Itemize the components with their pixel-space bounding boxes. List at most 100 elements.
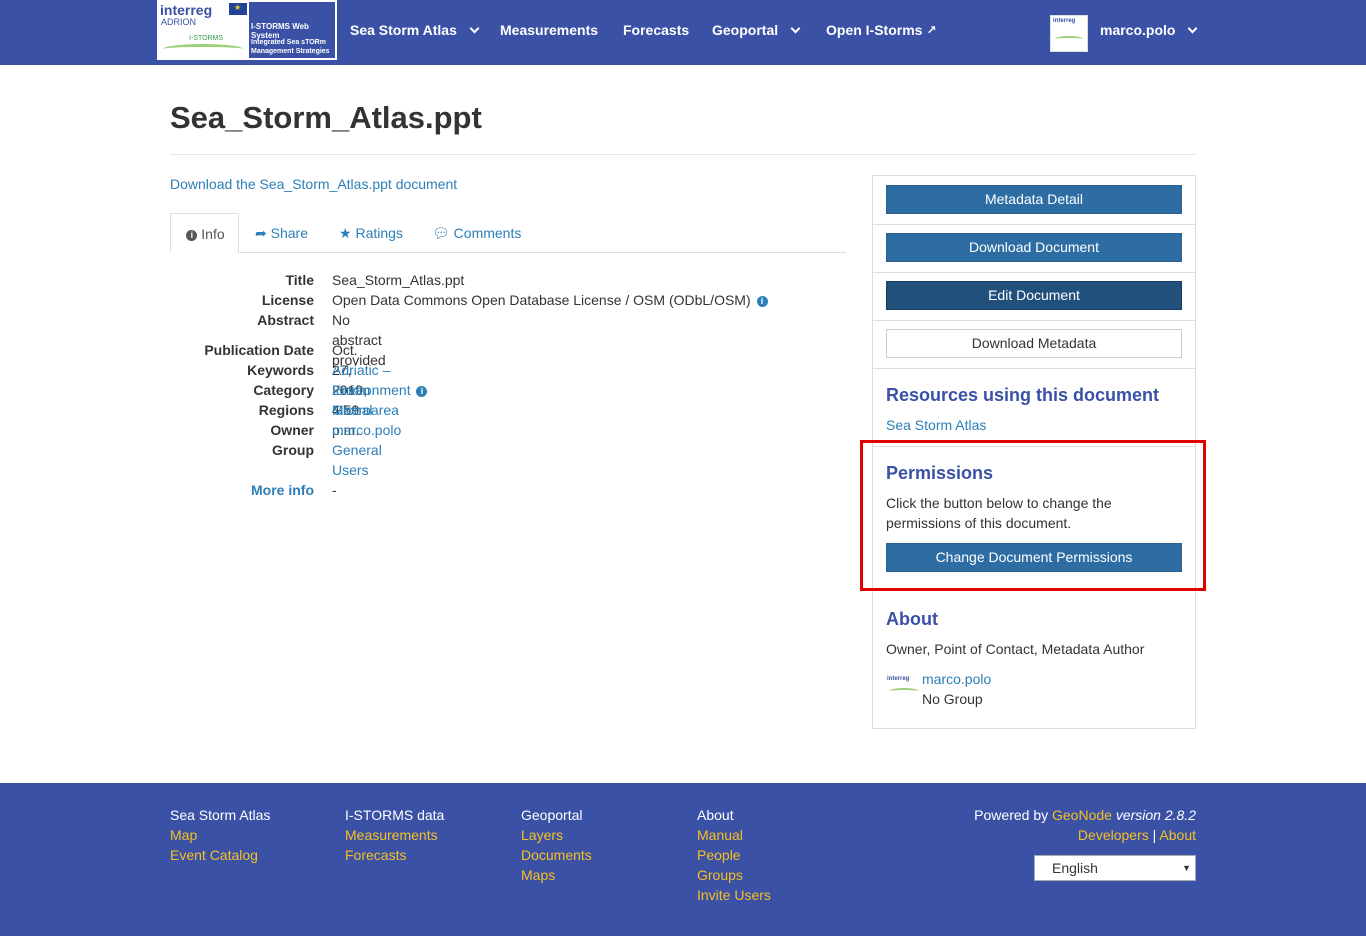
avatar-logo-icon: interreg bbox=[1053, 18, 1076, 24]
divider bbox=[873, 224, 1195, 225]
info-label: Category bbox=[253, 382, 314, 398]
version-text: version 2.8.2 bbox=[1115, 807, 1196, 823]
footer-link-documents[interactable]: Documents bbox=[521, 845, 592, 865]
footer-link-invite-users[interactable]: Invite Users bbox=[697, 885, 771, 905]
page-title: Sea_Storm_Atlas.ppt bbox=[170, 100, 482, 135]
about-heading: About bbox=[886, 609, 938, 629]
info-label: Keywords bbox=[247, 362, 314, 378]
nav-label: Geoportal bbox=[712, 22, 779, 38]
category-link[interactable]: Environment bbox=[332, 382, 411, 398]
developers-link[interactable]: Developers bbox=[1078, 827, 1149, 843]
about-roles: Owner, Point of Contact, Metadata Author bbox=[886, 641, 1145, 657]
info-value-wrap: Environment i bbox=[332, 380, 428, 400]
footer-col-istorms-data: I-STORMS data Measurements Forecasts bbox=[345, 805, 444, 865]
nav-label: Forecasts bbox=[623, 22, 690, 38]
footer-heading: About bbox=[697, 807, 734, 823]
footer-link-map[interactable]: Map bbox=[170, 825, 270, 845]
info-value: Sea_Storm_Atlas.ppt bbox=[332, 272, 465, 288]
istorms-logo: I-STORMS Web System Integrated Sea sTORm… bbox=[249, 2, 335, 58]
nav-sea-storm-atlas[interactable]: Sea Storm Atlas bbox=[350, 22, 480, 38]
geonode-link[interactable]: GeoNode bbox=[1052, 807, 1112, 823]
info-icon: i bbox=[186, 229, 198, 241]
link-separator: | bbox=[1152, 827, 1157, 843]
resource-link[interactable]: Sea Storm Atlas bbox=[886, 415, 986, 435]
info-label: License bbox=[261, 292, 314, 308]
info-label: Group bbox=[272, 442, 314, 458]
logo-interreg-text: interreg bbox=[160, 2, 213, 18]
download-document-link[interactable]: Download the Sea_Storm_Atlas.ppt documen… bbox=[170, 176, 457, 192]
footer-link-maps[interactable]: Maps bbox=[521, 865, 592, 885]
footer-link-groups[interactable]: Groups bbox=[697, 865, 771, 885]
tab-label: Share bbox=[270, 225, 308, 241]
tab-ratings[interactable]: ★ Ratings bbox=[339, 213, 403, 253]
top-navbar: interreg ADRION I-STORMS I-STORMS Web Sy… bbox=[0, 0, 1366, 65]
nav-geoportal[interactable]: Geoportal bbox=[712, 22, 801, 38]
footer-link-manual[interactable]: Manual bbox=[697, 825, 771, 845]
user-menu[interactable]: marco.polo bbox=[1100, 22, 1198, 38]
user-avatar[interactable]: interreg bbox=[1050, 15, 1088, 52]
language-value: English bbox=[1052, 860, 1098, 876]
edit-document-button[interactable]: Edit Document bbox=[886, 281, 1182, 310]
footer-link-measurements[interactable]: Measurements bbox=[345, 825, 444, 845]
nav-measurements[interactable]: Measurements bbox=[500, 22, 598, 38]
info-label: Title bbox=[285, 272, 314, 288]
dropdown-caret-icon: ▼ bbox=[1182, 863, 1191, 873]
powered-by: Powered by GeoNode version 2.8.2 Develop… bbox=[974, 805, 1196, 845]
footer-link-forecasts[interactable]: Forecasts bbox=[345, 845, 444, 865]
info-value: - bbox=[332, 482, 337, 498]
language-select[interactable]: English ▼ bbox=[1034, 855, 1196, 881]
logo-system-subtitle: Integrated Sea sTORm Management Strategi… bbox=[251, 39, 330, 55]
info-label: Publication Date bbox=[204, 342, 314, 358]
site-footer: Sea Storm Atlas Map Event Catalog I-STOR… bbox=[0, 783, 1366, 936]
divider bbox=[873, 320, 1195, 321]
region-link[interactable]: Global bbox=[332, 400, 372, 420]
download-metadata-button[interactable]: Download Metadata bbox=[886, 329, 1182, 358]
comment-icon: 💬︎ bbox=[432, 225, 450, 241]
author-avatar[interactable]: interreg bbox=[887, 676, 921, 704]
footer-link-event-catalog[interactable]: Event Catalog bbox=[170, 845, 270, 865]
info-label: Regions bbox=[258, 402, 314, 418]
detail-tabs: i Info ➦ Share ★ Ratings 💬︎ Comments bbox=[170, 213, 846, 253]
external-link-icon: ↗ bbox=[926, 23, 937, 37]
site-logo[interactable]: interreg ADRION I-STORMS I-STORMS Web Sy… bbox=[157, 0, 337, 60]
footer-col-sea-storm-atlas: Sea Storm Atlas Map Event Catalog bbox=[170, 805, 270, 865]
group-link[interactable]: General Users bbox=[332, 440, 382, 480]
tab-share[interactable]: ➦ Share bbox=[255, 213, 308, 253]
footer-col-about: About Manual People Groups Invite Users bbox=[697, 805, 771, 905]
nav-open-istorms[interactable]: Open I-Storms ↗ bbox=[826, 22, 937, 38]
metadata-detail-button[interactable]: Metadata Detail bbox=[886, 185, 1182, 214]
footer-col-geoportal: Geoportal Layers Documents Maps bbox=[521, 805, 592, 885]
author-link[interactable]: marco.polo bbox=[922, 669, 991, 689]
more-info-link[interactable]: More info bbox=[170, 480, 314, 500]
resources-heading: Resources using this document bbox=[886, 385, 1160, 405]
wave-icon bbox=[1055, 36, 1083, 42]
info-icon[interactable]: i bbox=[416, 385, 428, 397]
title-divider bbox=[170, 154, 1196, 155]
user-name: marco.polo bbox=[1100, 22, 1176, 38]
tab-info[interactable]: i Info bbox=[170, 213, 239, 253]
info-value-wrap: Open Data Commons Open Database License … bbox=[332, 290, 768, 310]
tab-label: Info bbox=[201, 226, 225, 242]
star-icon: ★ bbox=[339, 225, 352, 241]
avatar-logo-icon: interreg bbox=[887, 676, 910, 682]
author-group: No Group bbox=[922, 691, 983, 707]
download-document-button[interactable]: Download Document bbox=[886, 233, 1182, 262]
nav-label: Open I-Storms bbox=[826, 22, 923, 38]
interreg-logo: interreg ADRION I-STORMS bbox=[159, 2, 249, 58]
info-label: Owner bbox=[270, 422, 314, 438]
info-value: Open Data Commons Open Database License … bbox=[332, 292, 751, 308]
footer-link-people[interactable]: People bbox=[697, 845, 771, 865]
info-label: Abstract bbox=[257, 312, 314, 328]
footer-about-link[interactable]: About bbox=[1159, 827, 1196, 843]
tab-comments[interactable]: 💬︎ Comments bbox=[432, 213, 521, 253]
nav-label: Sea Storm Atlas bbox=[350, 22, 457, 38]
wave-icon bbox=[163, 44, 243, 54]
chevron-down-icon bbox=[790, 23, 801, 33]
footer-link-layers[interactable]: Layers bbox=[521, 825, 592, 845]
logo-adrion-text: ADRION bbox=[161, 17, 197, 27]
info-icon[interactable]: i bbox=[756, 295, 768, 307]
footer-heading: Geoportal bbox=[521, 807, 583, 823]
share-icon: ➦ bbox=[255, 225, 267, 241]
nav-forecasts[interactable]: Forecasts bbox=[623, 22, 689, 38]
owner-link[interactable]: marco.polo bbox=[332, 420, 401, 440]
